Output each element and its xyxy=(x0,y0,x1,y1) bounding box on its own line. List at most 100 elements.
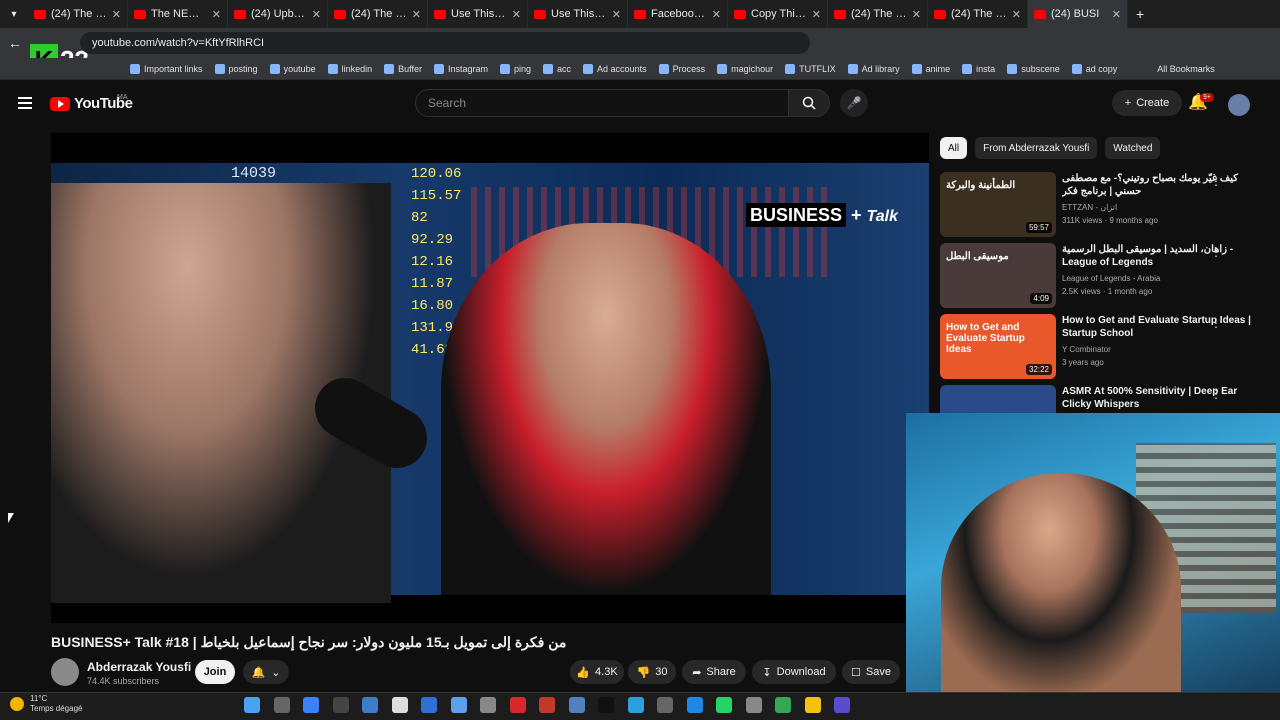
close-icon[interactable]: ✕ xyxy=(1012,8,1021,21)
taskbar-app-icon[interactable] xyxy=(716,697,732,713)
taskbar-app-icon[interactable] xyxy=(745,697,762,713)
bookmark-item[interactable]: acc xyxy=(543,63,571,74)
bookmark-item[interactable]: Process xyxy=(658,63,705,74)
close-icon[interactable]: ✕ xyxy=(112,8,121,21)
browser-tab[interactable]: (24) Upbeat F ✕ xyxy=(228,0,328,28)
search-button[interactable] xyxy=(788,89,830,117)
subscription-bell-button[interactable]: 🔔 ⌄ xyxy=(243,660,289,684)
browser-tab[interactable]: Facebook Ad ✕ xyxy=(628,0,728,28)
browser-tab[interactable]: (24) The Ultin ✕ xyxy=(28,0,128,28)
bookmark-item[interactable]: Ad library xyxy=(847,63,900,74)
address-bar[interactable]: youtube.com/watch?v=KftYfRlhRCI xyxy=(80,32,810,54)
video-thumbnail[interactable]: موسيقى البطل 4:09 xyxy=(940,243,1056,308)
video-player[interactable]: 1403913581477173954425997034262296345518… xyxy=(51,133,929,623)
bookmark-item[interactable]: TUTFLIX xyxy=(785,63,836,74)
close-icon[interactable]: ✕ xyxy=(312,8,321,21)
bookmark-favicon-icon xyxy=(327,63,338,74)
bookmark-item[interactable]: subscene xyxy=(1007,63,1060,74)
filter-chip[interactable]: Watched xyxy=(1105,137,1161,159)
browser-tab[interactable]: Use This Face ✕ xyxy=(428,0,528,28)
browser-tab[interactable]: (24) The BEST ✕ xyxy=(828,0,928,28)
browser-tab[interactable]: (24) The FAST ✕ xyxy=(328,0,428,28)
video-thumbnail[interactable]: الطمأنينة والبركة 59:57 xyxy=(940,172,1056,237)
close-icon[interactable]: ✕ xyxy=(412,8,421,21)
more-options-icon[interactable]: ⋮ xyxy=(1210,316,1222,330)
bookmark-item[interactable]: ad copy xyxy=(1071,63,1117,74)
bookmark-item[interactable]: anime xyxy=(911,63,950,74)
close-icon[interactable]: ✕ xyxy=(812,8,821,21)
bookmark-item[interactable]: Ad accounts xyxy=(583,63,647,74)
taskbar-app-icon[interactable] xyxy=(657,697,673,713)
recommended-video[interactable]: موسيقى البطل 4:09 زاهان، السديد | موسيقى ا… xyxy=(940,243,1270,311)
taskbar-app-icon[interactable] xyxy=(509,697,526,713)
taskbar-app-icon[interactable] xyxy=(480,697,496,713)
bookmark-item[interactable]: Instagram xyxy=(433,63,488,74)
browser-tab[interactable]: Copy This NE ✕ xyxy=(728,0,828,28)
more-options-icon[interactable]: ⋮ xyxy=(1210,174,1222,188)
create-button[interactable]: + Create xyxy=(1112,90,1182,116)
close-icon[interactable]: ✕ xyxy=(612,8,621,21)
channel-avatar[interactable] xyxy=(51,658,79,686)
taskbar-app-icon[interactable] xyxy=(568,697,585,713)
taskbar-app-icon[interactable] xyxy=(539,697,555,713)
recommended-video[interactable]: الطمأنينة والبركة 59:57 كيف غيّر يومك بصبا… xyxy=(940,172,1270,240)
menu-icon[interactable] xyxy=(18,97,32,109)
all-bookmarks-button[interactable]: All Bookmarks xyxy=(1157,64,1215,74)
bookmark-item[interactable]: magichour xyxy=(717,63,773,74)
tab-title: (24) The Ultin xyxy=(51,8,107,20)
channel-name[interactable]: Abderrazak Yousfi xyxy=(87,660,191,674)
download-button[interactable]: ↧ Download xyxy=(752,660,836,684)
bookmark-item[interactable]: posting xyxy=(214,63,258,74)
weather-widget[interactable]: 11°C Temps dégagé xyxy=(10,694,82,714)
bookmark-item[interactable]: Important links xyxy=(130,63,203,74)
share-button[interactable]: ➦ Share xyxy=(682,660,746,684)
taskbar-app-icon[interactable] xyxy=(421,697,437,713)
more-options-icon[interactable]: ⋮ xyxy=(1210,245,1222,259)
join-button[interactable]: Join xyxy=(195,660,235,684)
more-options-icon[interactable]: ⋮ xyxy=(1210,387,1222,401)
taskbar-app-icon[interactable] xyxy=(450,697,467,713)
save-button[interactable]: ☐ Save xyxy=(842,660,900,684)
taskbar-app-icon[interactable] xyxy=(775,697,791,713)
filter-chip[interactable]: From Abderrazak Yousfi xyxy=(975,137,1098,159)
like-button[interactable]: 👍 4.3K xyxy=(570,660,624,684)
voice-search-button[interactable]: 🎤 xyxy=(840,89,868,117)
close-icon[interactable]: ✕ xyxy=(712,8,721,21)
taskbar-app-icon[interactable] xyxy=(834,697,850,713)
browser-tab[interactable]: (24) BUSI ✕ xyxy=(1028,0,1128,28)
filter-chip[interactable]: All xyxy=(940,137,968,159)
taskbar-app-icon[interactable] xyxy=(598,697,614,713)
bookmark-item[interactable]: linkedin xyxy=(327,63,372,74)
taskbar-app-icon[interactable] xyxy=(391,697,408,713)
account-avatar[interactable] xyxy=(1228,94,1250,116)
bookmark-item[interactable]: insta xyxy=(962,63,995,74)
back-icon[interactable]: ← xyxy=(8,35,22,51)
close-icon[interactable]: ✕ xyxy=(1112,8,1121,21)
video-duration: 59:57 xyxy=(1025,222,1052,233)
taskbar-app-icon[interactable] xyxy=(362,697,378,713)
browser-tab[interactable]: (24) The 7 Le ✕ xyxy=(928,0,1028,28)
taskbar-app-icon[interactable] xyxy=(332,697,349,713)
bookmark-item[interactable]: Buffer xyxy=(384,63,422,74)
search-input[interactable]: Search xyxy=(415,89,789,117)
browser-tab[interactable]: The NEW BES ✕ xyxy=(128,0,228,28)
bookmark-item[interactable]: ping xyxy=(500,63,531,74)
new-tab-icon[interactable]: + xyxy=(1136,6,1144,22)
tab-search-icon[interactable]: ▾ xyxy=(0,9,28,20)
browser-tab-bar: ▾(24) The Ultin✕The NEW BES✕(24) Upbeat … xyxy=(0,0,1280,28)
browser-tab[interactable]: Use This Face ✕ xyxy=(528,0,628,28)
close-icon[interactable]: ✕ xyxy=(912,8,921,21)
close-icon[interactable]: ✕ xyxy=(512,8,521,21)
dislike-button[interactable]: 👎 30 xyxy=(628,660,676,684)
taskbar-app-icon[interactable] xyxy=(627,697,644,713)
bookmark-favicon-icon xyxy=(785,63,796,74)
video-thumbnail[interactable]: How to Get and Evaluate Startup Ideas 32:… xyxy=(940,314,1056,379)
taskbar-app-icon[interactable] xyxy=(303,697,319,713)
taskbar-app-icon[interactable] xyxy=(273,697,290,713)
taskbar-app-icon[interactable] xyxy=(244,697,260,713)
taskbar-app-icon[interactable] xyxy=(686,697,703,713)
close-icon[interactable]: ✕ xyxy=(212,8,221,21)
recommended-video[interactable]: How to Get and Evaluate Startup Ideas 32:… xyxy=(940,314,1270,382)
bookmark-item[interactable]: youtube xyxy=(269,63,316,74)
taskbar-app-icon[interactable] xyxy=(804,697,821,713)
